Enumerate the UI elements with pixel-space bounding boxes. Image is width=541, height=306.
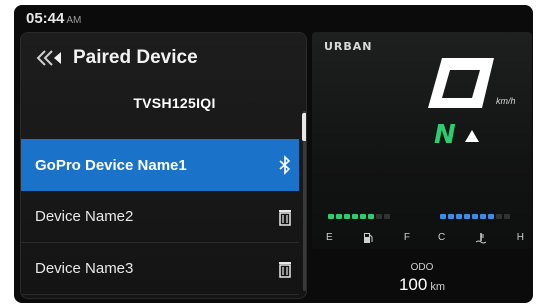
gear-up-arrow-icon	[465, 130, 479, 142]
bluetooth-icon	[279, 155, 291, 175]
panel-header: Paired Device	[35, 47, 198, 69]
gauge-segment	[480, 214, 486, 219]
device-item-3[interactable]: Device Name3	[21, 243, 299, 295]
device-name: Device Name2	[35, 208, 134, 225]
clock-time: 05:44	[26, 10, 65, 27]
coolant-temp-icon	[476, 233, 486, 244]
odometer-label: ODO	[410, 262, 434, 273]
fuel-empty-label: E	[326, 232, 333, 243]
vehicle-device-id: TVSH125IQI	[133, 95, 216, 111]
back-chevron-icon[interactable]	[35, 48, 67, 68]
device-name: GoPro Device Name1	[35, 156, 187, 174]
gauge-segment	[448, 214, 454, 219]
speed-readout: 0	[428, 58, 494, 108]
fuel-full-label: F	[403, 232, 410, 243]
temp-hot-label: H	[516, 232, 524, 243]
gauge-segment	[328, 214, 334, 219]
gear-indicator: N	[434, 120, 456, 150]
fuel-pump-icon	[364, 233, 373, 243]
delete-icon[interactable]	[277, 259, 293, 279]
odometer-value: 100	[398, 275, 428, 294]
ride-mode-label: URBAN	[324, 40, 373, 53]
gauge-segment	[384, 214, 390, 219]
gauge-segment	[376, 214, 382, 219]
gauge-segment	[360, 214, 366, 219]
odometer: ODO 100 km	[312, 252, 532, 302]
gauge-segment	[344, 214, 350, 219]
gauge-segment	[440, 214, 446, 219]
gauge-segment	[336, 214, 342, 219]
temp-cold-label: C	[438, 232, 446, 243]
paired-device-panel: Paired Device TVSH125IQI GoPro Device Na…	[20, 32, 307, 299]
delete-icon[interactable]	[277, 207, 293, 227]
clock-ampm: AM	[66, 15, 82, 26]
device-list: GoPro Device Name1 Device Name2 Device N…	[21, 139, 299, 295]
gauge-segment	[352, 214, 358, 219]
temperature-gauge	[440, 214, 520, 222]
gauge-segment	[368, 214, 374, 219]
speed-unit: km/h	[496, 96, 516, 106]
gauge-segment	[472, 214, 478, 219]
instrument-cluster: URBAN 0 km/h N E F C	[312, 32, 532, 249]
device-item-2[interactable]: Device Name2	[21, 191, 299, 243]
status-clock: 05:44 AM	[26, 10, 81, 27]
gauge-segment	[488, 214, 494, 219]
temperature-gauge-labels: C H	[438, 232, 524, 244]
gauge-segment	[456, 214, 462, 219]
page-title: Paired Device	[73, 47, 198, 68]
gauge-segment	[464, 214, 470, 219]
gauge-segment	[496, 214, 502, 219]
dashboard-screen: 05:44 AM Paired Device TVSH125IQI GoPro D…	[14, 5, 533, 303]
fuel-gauge-labels: E F	[326, 232, 410, 244]
odometer-unit: km	[430, 281, 446, 293]
device-item-gopro[interactable]: GoPro Device Name1	[21, 139, 299, 191]
fuel-gauge	[328, 214, 408, 222]
device-name: Device Name3	[35, 260, 134, 277]
gauge-segment	[504, 214, 510, 219]
odometer-reading: 100 km	[312, 275, 532, 295]
scrollbar-thumb[interactable]	[302, 113, 306, 141]
